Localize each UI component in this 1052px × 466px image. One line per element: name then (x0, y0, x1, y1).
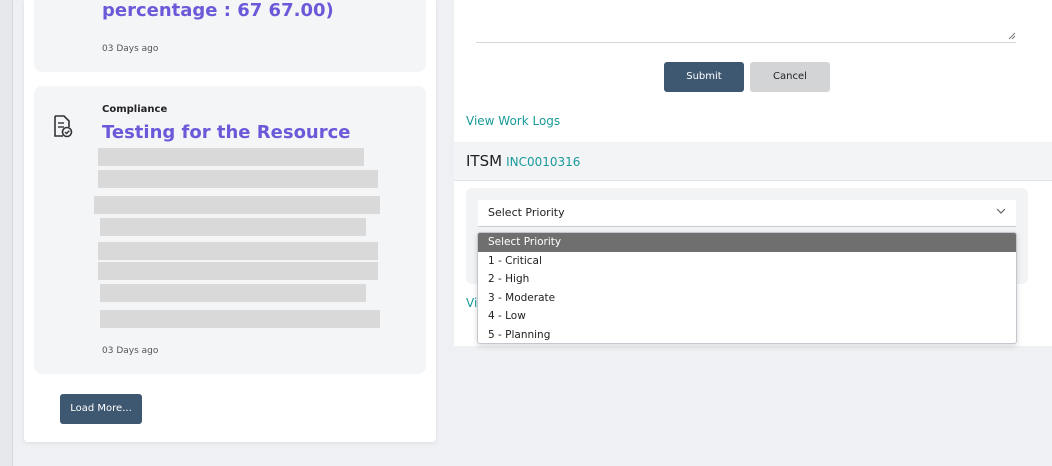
load-more-button[interactable]: Load More... (60, 394, 142, 424)
activity-panel: percentage : 67 67.00) 03 Days ago Compl… (24, 0, 436, 442)
redacted-block (94, 196, 380, 214)
activity-card-title[interactable]: Testing for the Resource (102, 122, 351, 143)
itsm-title: ITSM INC0010316 (466, 152, 580, 170)
priority-option[interactable]: 3 - Moderate (478, 289, 1016, 308)
activity-card-title[interactable]: percentage : 67 67.00) (102, 0, 334, 21)
priority-select-value: Select Priority (488, 206, 565, 219)
resize-handle-icon[interactable] (1008, 32, 1016, 40)
itsm-label: ITSM (466, 152, 503, 170)
priority-option[interactable]: 2 - High (478, 270, 1016, 289)
document-check-icon (54, 115, 73, 138)
activity-card-category: Compliance (102, 104, 168, 115)
priority-option[interactable]: Select Priority (478, 233, 1016, 252)
priority-select[interactable]: Select Priority (478, 200, 1016, 227)
activity-card-time: 03 Days ago (102, 346, 159, 356)
activity-card[interactable]: percentage : 67 67.00) 03 Days ago (34, 0, 426, 72)
submit-button[interactable]: Submit (664, 62, 744, 92)
redacted-block (98, 170, 378, 188)
activity-card-time: 03 Days ago (102, 44, 159, 54)
chevron-down-icon (996, 208, 1006, 214)
redacted-block (100, 284, 366, 302)
cancel-button[interactable]: Cancel (750, 62, 830, 92)
priority-option[interactable]: 4 - Low (478, 307, 1016, 326)
redacted-block (98, 262, 378, 280)
partial-link[interactable]: Vi (466, 296, 477, 310)
ticket-id-link[interactable]: INC0010316 (506, 155, 580, 169)
redacted-block (98, 148, 364, 166)
view-work-logs-link[interactable]: View Work Logs (466, 114, 560, 128)
redacted-block (100, 218, 366, 236)
activity-card[interactable]: Compliance Testing for the Resource 03 D… (34, 86, 426, 374)
priority-option[interactable]: 5 - Planning (478, 326, 1016, 343)
worklog-textarea[interactable] (476, 42, 1016, 43)
priority-dropdown-list[interactable]: Select Priority 1 - Critical 2 - High 3 … (477, 232, 1017, 344)
redacted-block (100, 310, 380, 328)
redacted-block (98, 242, 378, 260)
left-frame-edge (0, 0, 13, 466)
itsm-header: ITSM INC0010316 (454, 142, 1052, 181)
priority-option[interactable]: 1 - Critical (478, 252, 1016, 271)
